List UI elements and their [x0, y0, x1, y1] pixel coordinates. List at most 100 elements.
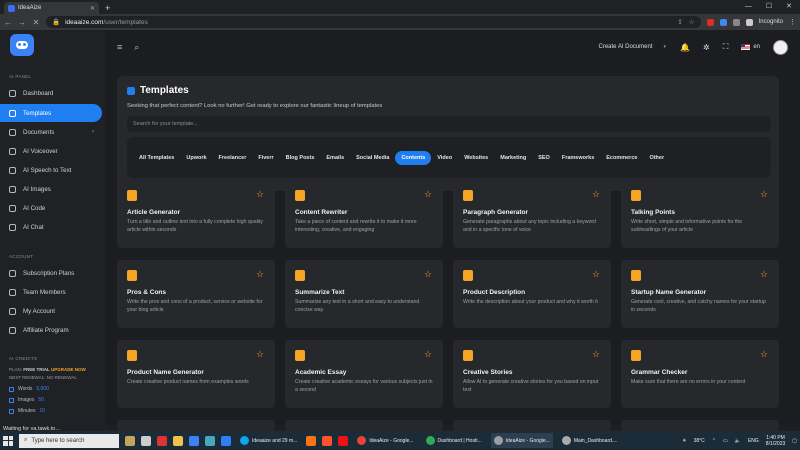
stop-icon[interactable]: ✕: [32, 18, 40, 27]
filter-emails[interactable]: Emails: [320, 151, 350, 165]
edge-icon[interactable]: [221, 435, 231, 446]
network-icon[interactable]: ▭: [723, 438, 728, 444]
template-card-academic-essay[interactable]: ☆ Academic Essay Create creative academic …: [285, 340, 443, 408]
notifications-icon[interactable]: ▢: [792, 438, 797, 444]
close-window-icon[interactable]: ✕: [786, 0, 792, 14]
mail-icon[interactable]: [189, 435, 199, 446]
avatar[interactable]: [773, 39, 788, 55]
opera-icon[interactable]: [338, 435, 349, 446]
template-card-product-description[interactable]: ☆ Product Description Write the descriptio…: [453, 260, 611, 328]
extension-icon[interactable]: [719, 18, 727, 26]
filter-frameworks[interactable]: Frameworks: [556, 151, 600, 165]
sidepanel-icon[interactable]: [745, 18, 753, 26]
sidebar-item-affiliate[interactable]: Affiliate Program: [0, 321, 102, 339]
template-card-article-generator[interactable]: ☆ Article Generator Turn a title and outli…: [117, 180, 275, 248]
new-tab-icon[interactable]: +: [105, 2, 110, 14]
firefox-icon[interactable]: [306, 435, 317, 446]
filter-marketing[interactable]: Marketing: [494, 151, 532, 165]
template-card-product-name[interactable]: ☆ Product Name Generator Create creative p…: [117, 340, 275, 408]
minimize-icon[interactable]: —: [745, 0, 752, 14]
favorite-star-icon[interactable]: ☆: [424, 269, 432, 280]
sidebar-item-my-account[interactable]: My Account: [0, 302, 102, 320]
tray-arrow-icon[interactable]: ⌃: [712, 438, 716, 444]
favorite-star-icon[interactable]: ☆: [592, 189, 600, 200]
taskbar-item[interactable]: Dashboard | Hosti...: [423, 433, 485, 448]
filter-freelancer[interactable]: Freelancer: [213, 151, 253, 165]
template-card-pros-cons[interactable]: ☆ Pros & Cons Write the pros and cons of a…: [117, 260, 275, 328]
favorite-star-icon[interactable]: ☆: [256, 269, 264, 280]
favorite-star-icon[interactable]: ☆: [424, 349, 432, 360]
filter-social-media[interactable]: Social Media: [350, 151, 395, 165]
filter-other[interactable]: Other: [643, 151, 670, 165]
volume-icon[interactable]: 🔈: [735, 438, 741, 444]
browser-tab[interactable]: IdeaAize ✕: [4, 2, 99, 14]
widgets-icon[interactable]: [125, 435, 135, 446]
template-card-talking-points[interactable]: ☆ Talking Points Write short, simple and i…: [621, 180, 779, 248]
create-document-dropdown[interactable]: Create AI Document ▾: [598, 44, 666, 50]
weather-icon[interactable]: ☀: [682, 438, 686, 444]
sidebar-item-dashboard[interactable]: Dashboard: [0, 84, 102, 102]
kebab-menu-icon[interactable]: ⋮: [789, 18, 796, 26]
favorite-star-icon[interactable]: ☆: [760, 189, 768, 200]
fullscreen-icon[interactable]: ⛶: [723, 42, 729, 52]
extension-icon[interactable]: [706, 18, 714, 26]
filter-websites[interactable]: Websites: [458, 151, 494, 165]
filter-video[interactable]: Video: [431, 151, 458, 165]
taskbar-item-active[interactable]: IdeaAize - Google...: [490, 433, 553, 448]
sidebar-item-images[interactable]: AI Images: [0, 180, 102, 198]
close-tab-icon[interactable]: ✕: [90, 5, 95, 12]
template-card-paragraph-generator[interactable]: ☆ Paragraph Generator Generate paragraphs …: [453, 180, 611, 248]
language-selector[interactable]: en: [741, 44, 760, 50]
filter-contents[interactable]: Contents: [395, 150, 432, 165]
upgrade-link[interactable]: UPGRADE NOW: [51, 367, 86, 372]
filter-all-templates[interactable]: All Templates: [133, 151, 180, 165]
taskbar-item[interactable]: IdeaAize - Google...: [354, 433, 416, 448]
template-card-grammar-checker[interactable]: ☆ Grammar Checker Make sure that there are…: [621, 340, 779, 408]
search-icon[interactable]: ⌕: [134, 42, 139, 53]
puzzle-icon[interactable]: [732, 18, 740, 26]
template-card-startup-name[interactable]: ☆ Startup Name Generator Generate cool, cr…: [621, 260, 779, 328]
app-icon[interactable]: [205, 435, 215, 446]
sidebar-item-subscription[interactable]: Subscription Plans: [0, 264, 102, 282]
brave-icon[interactable]: [322, 435, 333, 446]
url-bar[interactable]: 🔒 ideaaize.com /user/templates ⇪ ☆: [46, 16, 701, 28]
theme-sun-icon[interactable]: ✲: [703, 43, 710, 52]
template-card-summarize-text[interactable]: ☆ Summarize Text Summarize any text in a s…: [285, 260, 443, 328]
share-icon[interactable]: ⇪: [677, 18, 682, 26]
favorite-star-icon[interactable]: ☆: [760, 349, 768, 360]
sidebar-item-code[interactable]: AI Code: [0, 199, 102, 217]
template-card-content-rewriter[interactable]: ☆ Content Rewriter Take a piece of content…: [285, 180, 443, 248]
filter-ecommerce[interactable]: Ecommerce: [600, 151, 643, 165]
incognito-label[interactable]: Incognito: [759, 19, 783, 25]
maximize-icon[interactable]: ☐: [766, 0, 772, 14]
sidebar-item-templates[interactable]: Templates: [0, 104, 102, 122]
taskbar-item[interactable]: Main_Dashboard....: [559, 433, 621, 448]
filter-seo[interactable]: SEO: [532, 151, 556, 165]
favorite-star-icon[interactable]: ☆: [592, 349, 600, 360]
sidebar-item-voiceover[interactable]: AI Voiceover: [0, 142, 102, 160]
file-explorer-icon[interactable]: [173, 435, 183, 446]
clock[interactable]: 1:40 PM 8/1/2023: [766, 435, 785, 447]
sidebar-item-speech-to-text[interactable]: AI Speech to Text: [0, 161, 102, 179]
filezilla-icon[interactable]: [157, 435, 167, 446]
filter-upwork[interactable]: Upwork: [180, 151, 212, 165]
favorite-star-icon[interactable]: ☆: [256, 189, 264, 200]
favorite-star-icon[interactable]: ☆: [424, 189, 432, 200]
sidebar-item-documents[interactable]: Documents ›: [0, 123, 102, 141]
sidebar-item-team[interactable]: Team Members: [0, 283, 102, 301]
favorite-star-icon[interactable]: ☆: [256, 349, 264, 360]
favorite-star-icon[interactable]: ☆: [760, 269, 768, 280]
back-icon[interactable]: ←: [4, 18, 12, 27]
sidebar-item-chat[interactable]: AI Chat: [0, 218, 102, 236]
language-indicator[interactable]: ENG: [748, 438, 759, 444]
taskbar-search[interactable]: ⌕ Type here to search: [19, 433, 119, 448]
forward-icon[interactable]: →: [18, 18, 26, 27]
app-logo-icon[interactable]: [10, 34, 34, 56]
template-card-creative-stories[interactable]: ☆ Creative Stories Allow AI to generate cr…: [453, 340, 611, 408]
bookmark-star-icon[interactable]: ☆: [689, 18, 695, 26]
menu-toggle-icon[interactable]: ≡: [117, 42, 122, 52]
windows-start-icon[interactable]: [3, 435, 13, 446]
favorite-star-icon[interactable]: ☆: [592, 269, 600, 280]
bell-icon[interactable]: 🔔: [680, 43, 690, 52]
template-search-input[interactable]: [127, 116, 771, 132]
